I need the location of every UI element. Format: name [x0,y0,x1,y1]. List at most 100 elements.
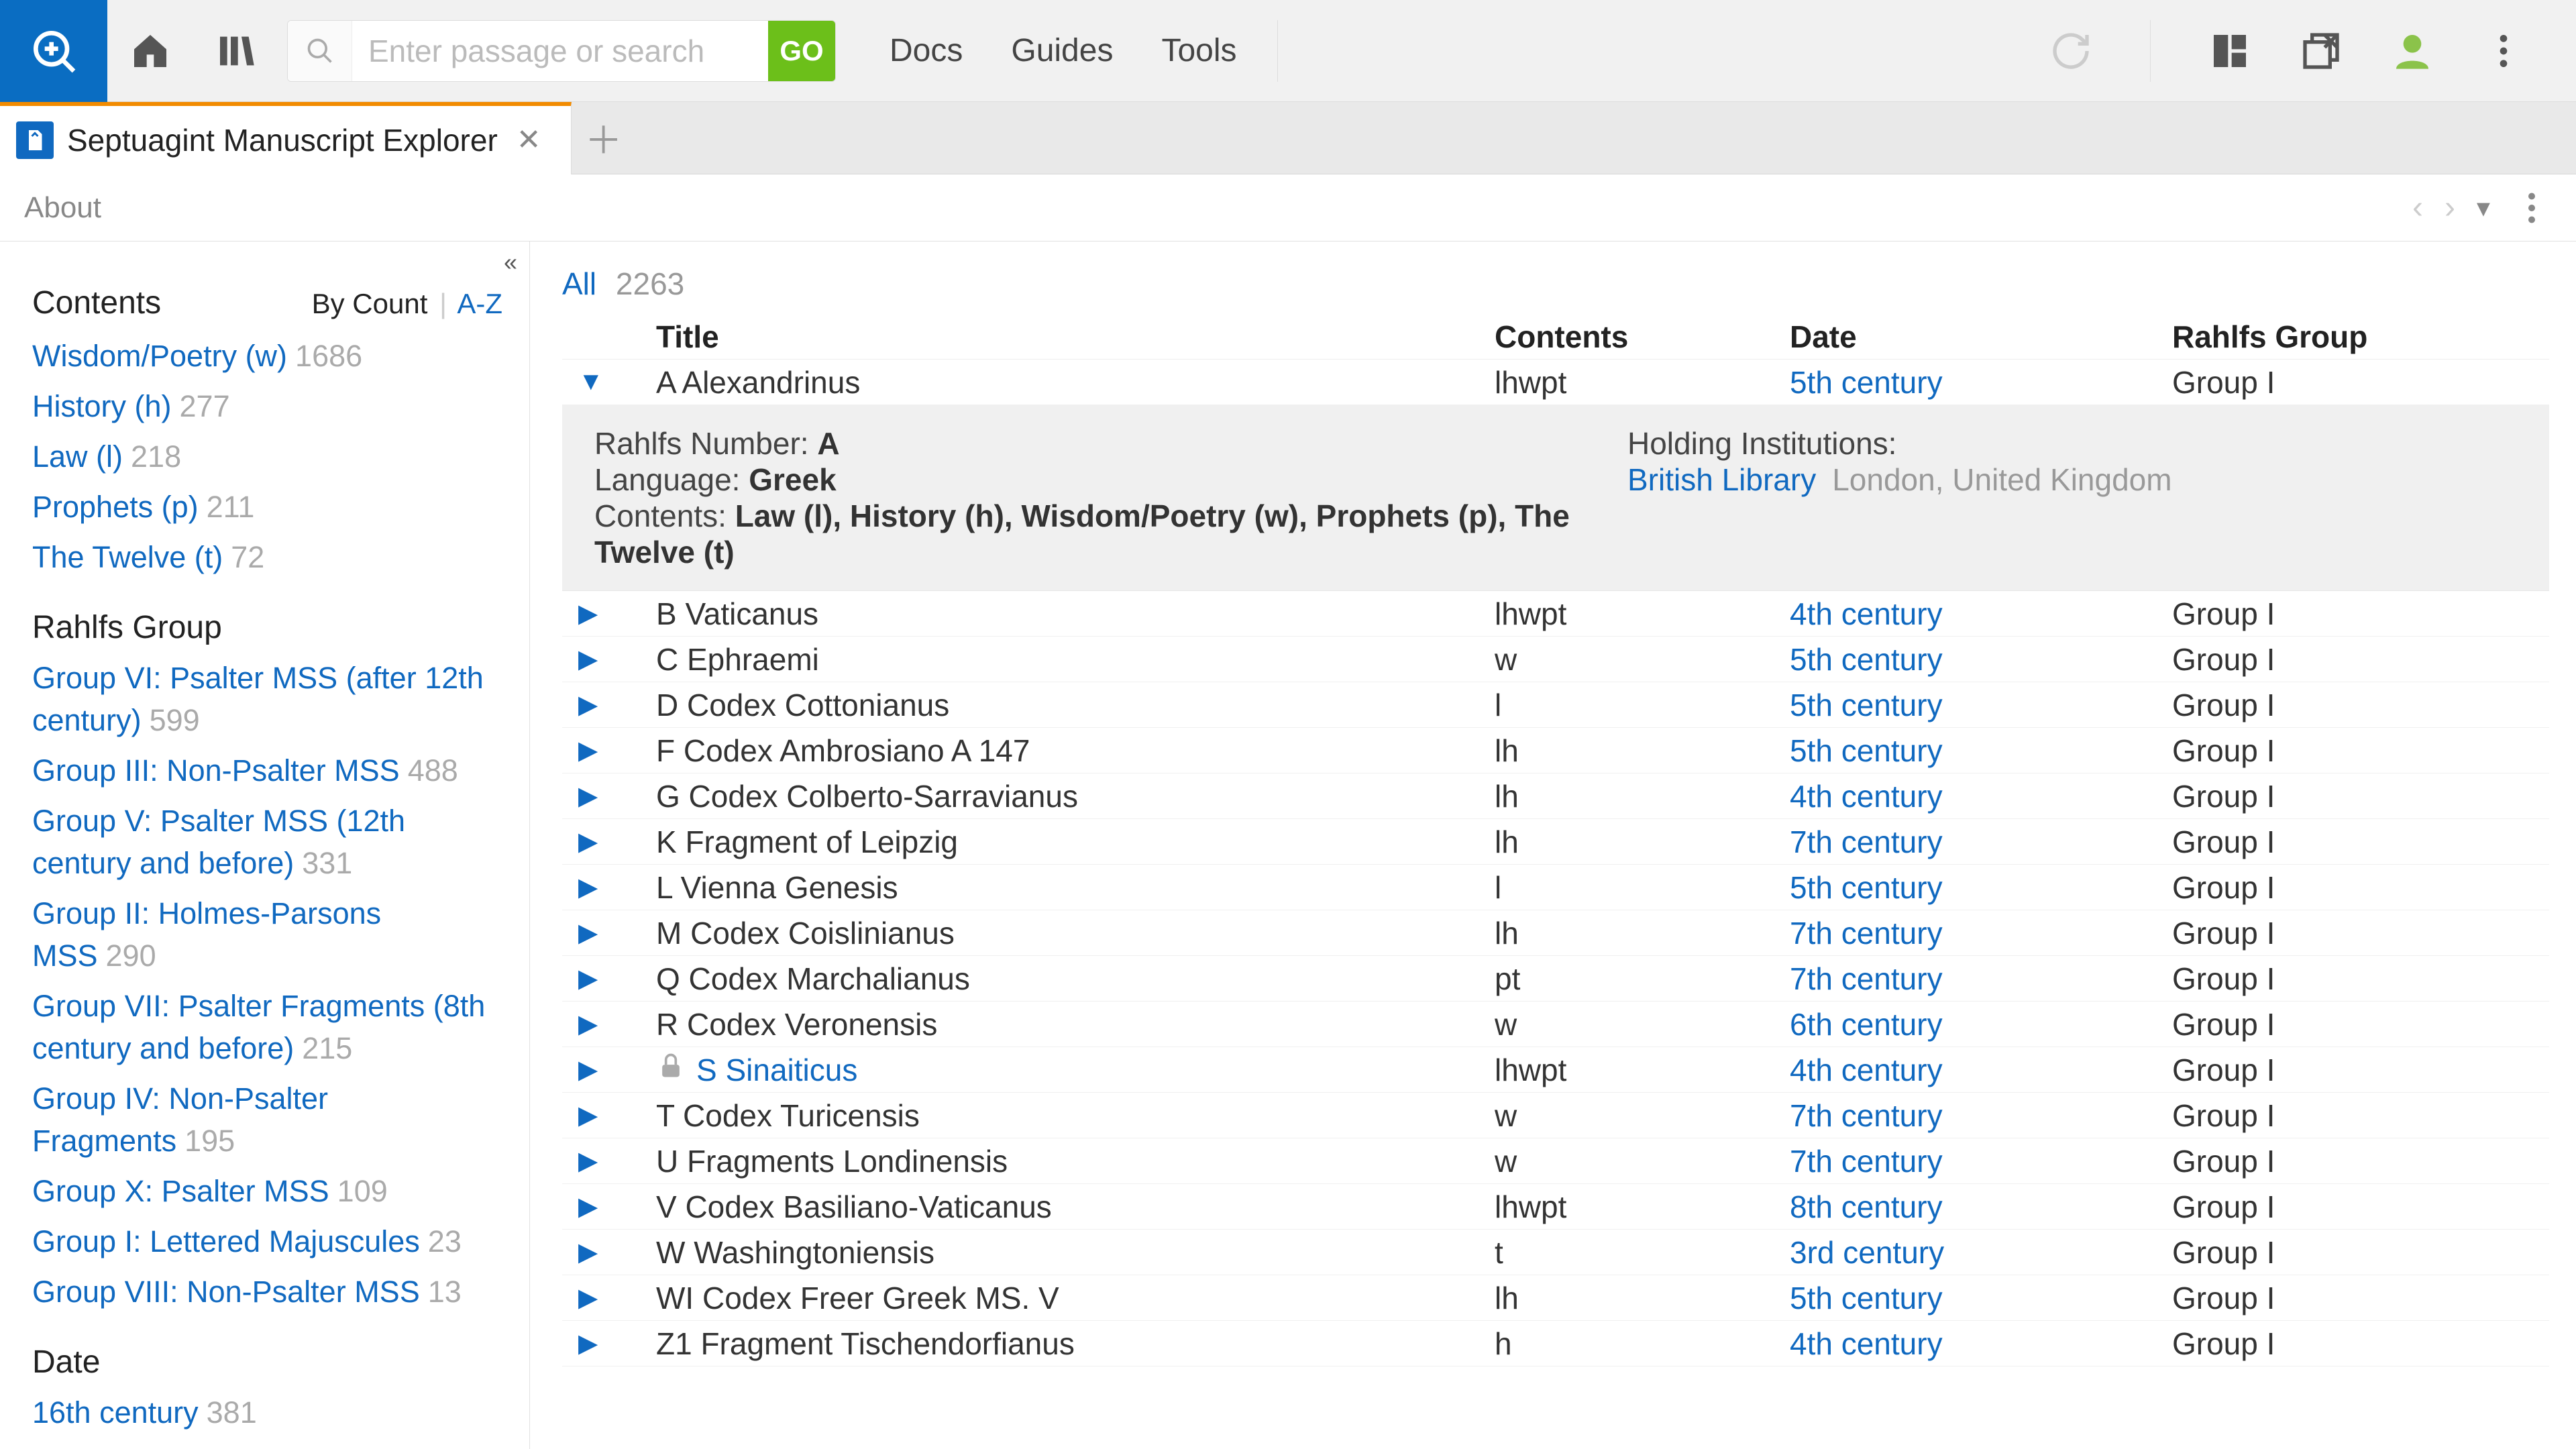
expand-caret-icon[interactable] [578,918,598,948]
tab-add-button[interactable]: ＋ [572,102,636,174]
row-date[interactable]: 7th century [1790,915,2172,951]
row-title: K Fragment of Leipzig [656,824,958,860]
facet-contents-item: Wisdom/Poetry (w)1686 [32,331,502,381]
expand-caret-icon[interactable] [578,826,598,857]
expand-caret-icon[interactable] [578,1146,598,1176]
row-date[interactable]: 6th century [1790,1006,2172,1042]
expand-caret-icon[interactable] [578,1328,598,1358]
row-date[interactable]: 4th century [1790,778,2172,814]
panel-menu-icon[interactable] [2512,188,2552,228]
about-link[interactable]: About [24,191,101,225]
nav-links: Docs Guides Tools [890,32,1237,69]
facet-contents-item-label[interactable]: Law (l) [32,439,123,474]
expand-caret-icon[interactable] [578,872,598,902]
search-input[interactable] [352,20,768,82]
nav-docs[interactable]: Docs [890,32,963,69]
library-icon[interactable] [193,0,279,102]
sidebar-collapse-icon[interactable]: « [504,248,517,276]
row-date[interactable]: 4th century [1790,1052,2172,1088]
row-date[interactable]: 7th century [1790,824,2172,860]
expand-caret-icon[interactable] [578,781,598,811]
facet-rahlfs-item-count: 599 [142,703,200,737]
col-date[interactable]: Date [1790,319,2172,355]
row-group: Group I [2172,824,2549,860]
user-icon[interactable] [2380,0,2445,102]
content: All 2263 TitleContentsDateRahlfs GroupA … [530,241,2576,1449]
lock-icon [656,1051,686,1088]
expand-caret-icon[interactable] [578,644,598,674]
row-group: Group I [2172,733,2549,769]
nav-guides[interactable]: Guides [1011,32,1113,69]
row-date[interactable]: 4th century [1790,1326,2172,1362]
search-icon[interactable] [288,20,352,82]
sync-icon[interactable] [2039,0,2103,102]
facet-contents-item-label[interactable]: Wisdom/Poetry (w) [32,339,287,373]
expand-caret-icon[interactable] [578,1191,598,1222]
table-row: R Codex Veronensisw6th centuryGroup I [562,1002,2549,1047]
col-contents[interactable]: Contents [1495,319,1790,355]
row-date[interactable]: 5th century [1790,869,2172,906]
row-contents: h [1495,1326,1790,1362]
facet-rahlfs-item-label[interactable]: Group VII: Psalter Fragments (8th centur… [32,989,485,1065]
expand-caret-icon[interactable] [578,368,604,396]
nav-dropdown-icon[interactable]: ▾ [2477,193,2490,223]
table-row: S Sinaiticuslhwpt4th centuryGroup I [562,1047,2549,1093]
kebab-menu-icon[interactable] [2471,0,2536,102]
expand-caret-icon[interactable] [578,963,598,994]
col-title[interactable]: Title [656,319,1495,355]
row-date[interactable]: 4th century [1790,596,2172,632]
expand-caret-icon[interactable] [578,735,598,765]
layout-icon[interactable] [2198,0,2262,102]
top-toolbar: GO Docs Guides Tools [0,0,2576,102]
nav-tools[interactable]: Tools [1161,32,1236,69]
sort-by-count[interactable]: By Count [312,288,428,319]
facet-contents-item-label[interactable]: The Twelve (t) [32,540,223,574]
row-contents: l [1495,687,1790,723]
expand-caret-icon[interactable] [578,1100,598,1130]
facet-rahlfs-item-label[interactable]: Group II: Holmes-Parsons MSS [32,896,381,973]
row-date[interactable]: 5th century [1790,1280,2172,1316]
facet-rahlfs-item-label[interactable]: Group VI: Psalter MSS (after 12th centur… [32,661,484,737]
nav-back-icon[interactable]: ‹ [2412,189,2423,226]
facet-rahlfs-item-label[interactable]: Group X: Psalter MSS [32,1174,329,1208]
facet-contents-item-label[interactable]: Prophets (p) [32,490,199,524]
col-group[interactable]: Rahlfs Group [2172,319,2549,355]
row-date[interactable]: 5th century [1790,364,2172,400]
facet-rahlfs-header: Rahlfs Group [32,609,502,646]
app-logo[interactable] [0,0,107,102]
row-date[interactable]: 7th century [1790,961,2172,997]
expand-caret-icon[interactable] [578,690,598,720]
facet-date-item-label[interactable]: 16th century [32,1395,199,1430]
tab-manuscript-explorer[interactable]: Septuagint Manuscript Explorer ✕ [0,102,572,174]
divider [2150,20,2151,82]
go-button[interactable]: GO [768,20,835,82]
expand-caret-icon[interactable] [578,1009,598,1039]
facet-date-item-label[interactable]: 15th century [32,1446,199,1449]
facet-rahlfs-item-label[interactable]: Group III: Non-Psalter MSS [32,753,400,788]
row-date[interactable]: 8th century [1790,1189,2172,1225]
sort-a-z[interactable]: A-Z [457,288,502,319]
expand-caret-icon[interactable] [578,598,598,629]
row-contents: l [1495,869,1790,906]
row-date[interactable]: 5th century [1790,687,2172,723]
expand-caret-icon[interactable] [578,1283,598,1313]
facet-rahlfs-item-label[interactable]: Group VIII: Non-Psalter MSS [32,1275,420,1309]
breadcrumb-all[interactable]: All [562,266,596,301]
sidebar: « Contents By Count | A-Z Wisdom/Poetry … [0,241,530,1449]
facet-contents-item-label[interactable]: History (h) [32,389,172,423]
tab-close-icon[interactable]: ✕ [511,123,547,157]
row-date[interactable]: 7th century [1790,1097,2172,1134]
row-group: Group I [2172,1052,2549,1088]
expand-caret-icon[interactable] [578,1237,598,1267]
facet-rahlfs-item-label[interactable]: Group I: Lettered Majuscules [32,1224,420,1258]
close-all-icon[interactable] [2289,0,2353,102]
expand-caret-icon[interactable] [578,1055,598,1085]
row-date[interactable]: 5th century [1790,733,2172,769]
row-date[interactable]: 3rd century [1790,1234,2172,1271]
holding-institution-link[interactable]: British Library [1627,462,1816,497]
home-icon[interactable] [107,0,193,102]
nav-forward-icon[interactable]: › [2445,189,2455,226]
table-row: K Fragment of Leipziglh7th centuryGroup … [562,819,2549,865]
row-date[interactable]: 5th century [1790,641,2172,678]
row-date[interactable]: 7th century [1790,1143,2172,1179]
